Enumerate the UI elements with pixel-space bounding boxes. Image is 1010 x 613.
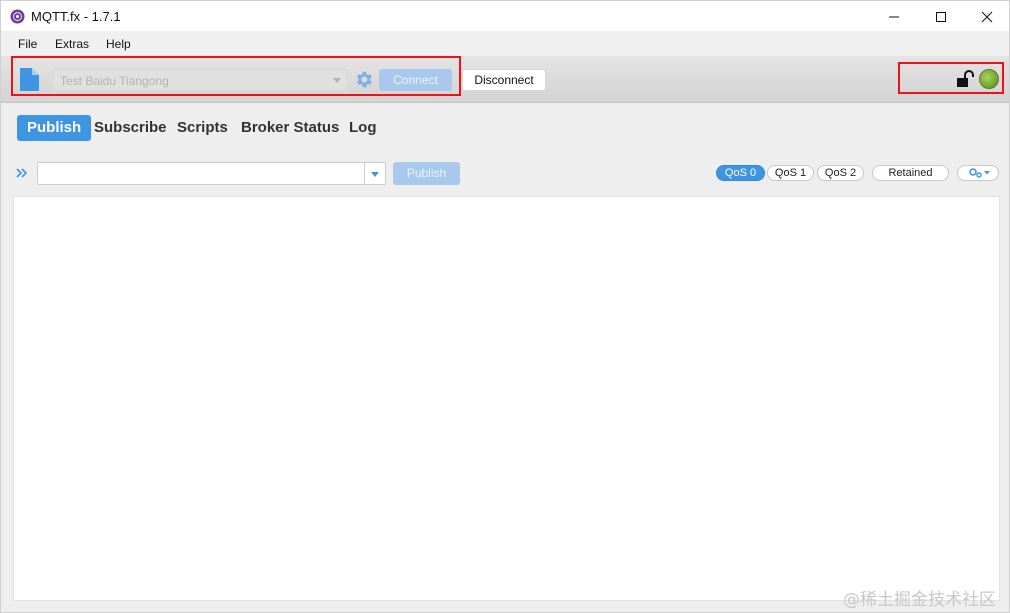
tab-scripts[interactable]: Scripts [177, 115, 228, 141]
close-button[interactable] [964, 1, 1010, 32]
double-chevron-right-icon[interactable] [16, 167, 28, 179]
menu-file[interactable]: File [18, 37, 37, 51]
maximize-button[interactable] [918, 1, 964, 32]
window-title: MQTT.fx - 1.7.1 [31, 9, 121, 24]
minimize-button[interactable] [871, 1, 917, 32]
menu-help[interactable]: Help [106, 37, 131, 51]
maximize-icon [936, 11, 946, 22]
menu-bar: File Extras Help [0, 31, 1010, 56]
tab-subscribe[interactable]: Subscribe [94, 115, 167, 141]
tab-broker-status[interactable]: Broker Status [241, 115, 339, 141]
close-icon [981, 11, 993, 22]
title-bar: MQTT.fx - 1.7.1 [0, 0, 1010, 31]
connection-status-indicator [979, 69, 999, 89]
qos1-toggle[interactable]: QoS 1 [767, 165, 814, 181]
menu-extras[interactable]: Extras [55, 37, 89, 51]
app-icon [10, 9, 25, 24]
disconnect-button[interactable]: Disconnect [462, 69, 546, 91]
topic-dropdown-button[interactable] [364, 162, 386, 185]
qos0-toggle[interactable]: QoS 0 [716, 165, 765, 181]
gears-dropdown-icon [969, 168, 990, 178]
unlock-icon [957, 70, 974, 87]
highlight-box-connection [11, 56, 461, 96]
qos2-toggle[interactable]: QoS 2 [817, 165, 864, 181]
retained-toggle[interactable]: Retained [872, 165, 949, 181]
publish-button[interactable]: Publish [393, 162, 460, 185]
publish-settings-dropdown[interactable] [957, 165, 999, 181]
message-payload-area[interactable] [13, 196, 1000, 601]
tab-publish[interactable]: Publish [17, 115, 92, 141]
tab-log[interactable]: Log [349, 115, 377, 141]
chevron-down-icon [371, 172, 379, 177]
watermark: @稀土掘金技术社区 [843, 590, 996, 610]
minimize-icon [889, 16, 899, 17]
main-content: Publish Subscribe Scripts Broker Status … [0, 103, 1010, 613]
topic-input[interactable] [37, 162, 365, 185]
